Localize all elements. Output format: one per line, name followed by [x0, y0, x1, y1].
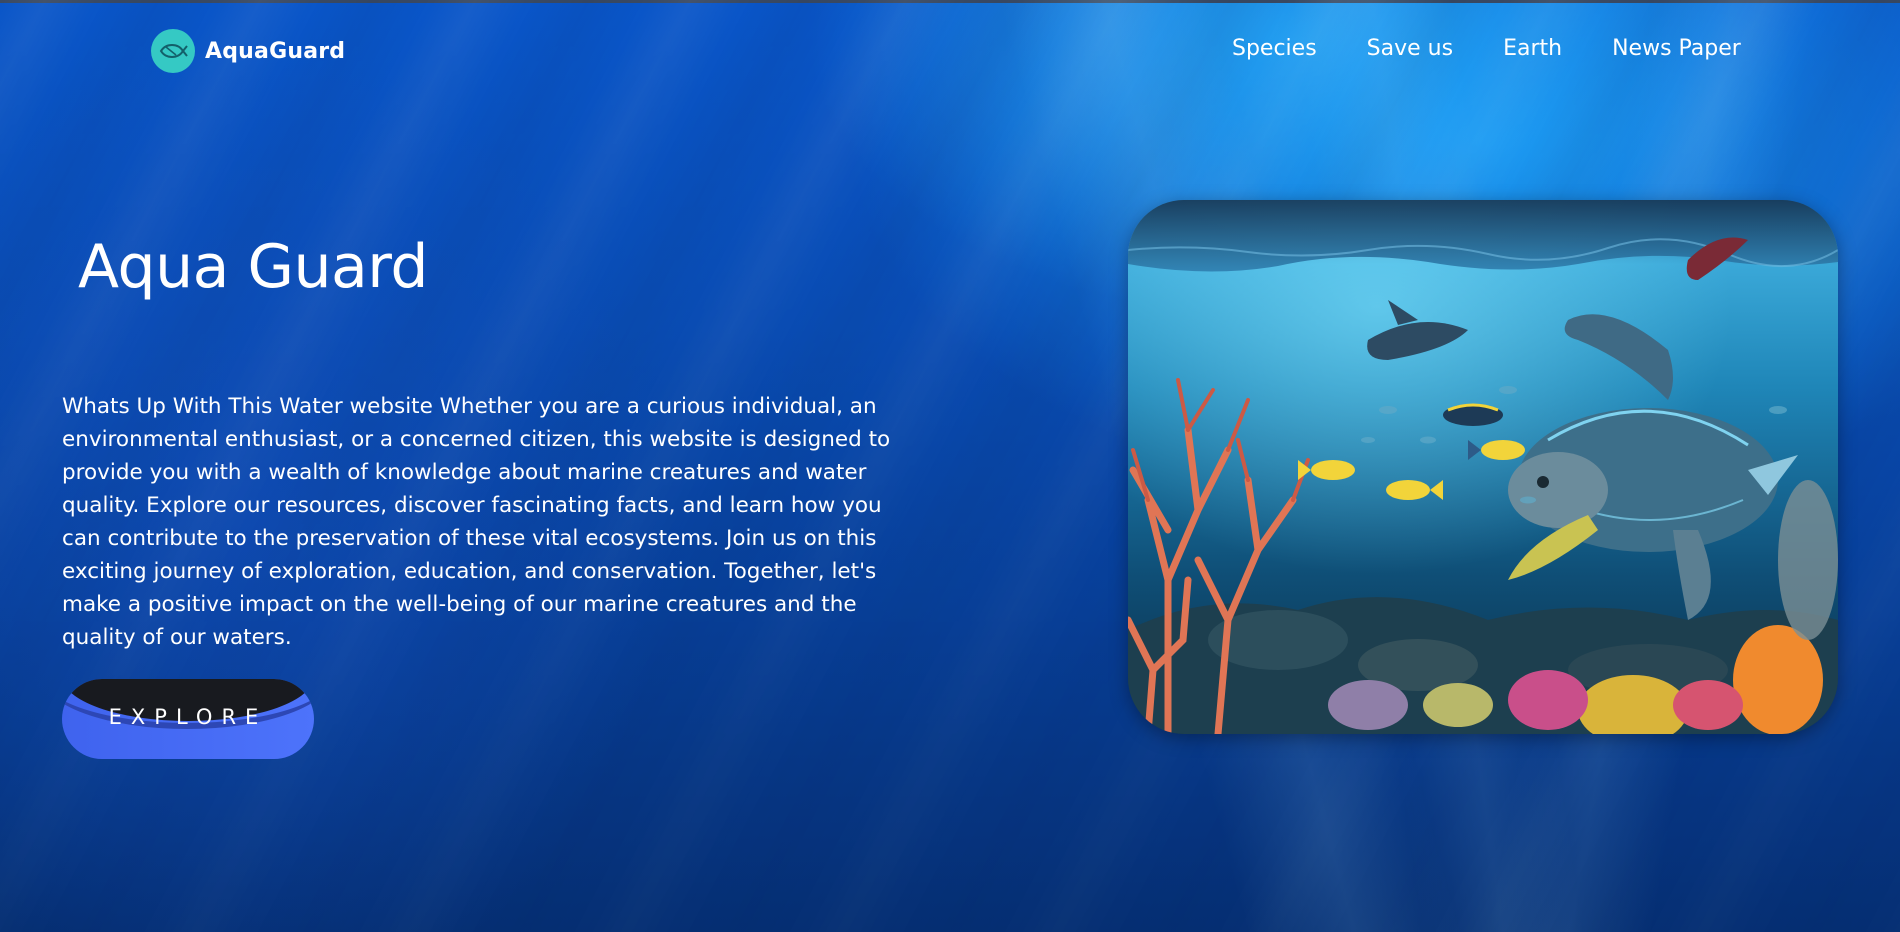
underwater-scene-image — [1128, 200, 1838, 734]
page-title: Aqua Guard — [78, 232, 428, 302]
nav-item-news-paper[interactable]: News Paper — [1612, 36, 1741, 61]
nav-item-earth[interactable]: Earth — [1503, 36, 1562, 61]
fish-icon — [151, 29, 195, 73]
explore-button-label: EXPLORE — [108, 705, 268, 729]
nav-item-save-us[interactable]: Save us — [1367, 36, 1453, 61]
explore-button[interactable]: EXPLORE — [62, 679, 314, 759]
main-nav: Species Save us Earth News Paper — [1232, 36, 1741, 61]
top-border — [0, 0, 1900, 3]
page: AquaGuard Species Save us Earth News Pap… — [0, 0, 1900, 932]
hero-description: Whats Up With This Water website Whether… — [62, 394, 891, 650]
nav-item-species[interactable]: Species — [1232, 36, 1317, 61]
logo[interactable]: AquaGuard — [151, 29, 345, 73]
logo-text: AquaGuard — [205, 38, 346, 64]
